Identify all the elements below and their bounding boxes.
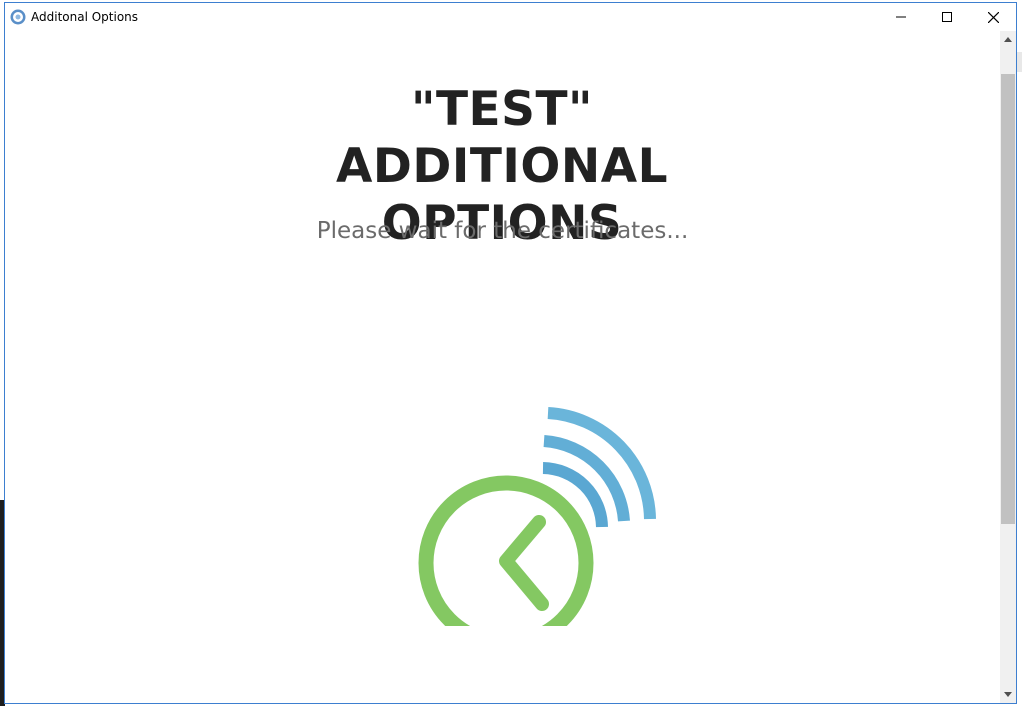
close-button[interactable]	[970, 3, 1016, 31]
maximize-button[interactable]	[924, 3, 970, 31]
app-icon	[10, 9, 26, 25]
scroll-up-icon	[1004, 37, 1012, 42]
minimize-icon	[896, 16, 906, 18]
chevron-left-icon	[499, 515, 549, 611]
scroll-down-icon	[1004, 692, 1012, 697]
close-icon	[987, 11, 999, 23]
content-area: "TEST" ADDITIONAL OPTIONS Please wait fo…	[5, 31, 1000, 703]
vertical-scrollbar[interactable]	[1000, 31, 1016, 703]
scroll-thumb[interactable]	[1001, 74, 1015, 524]
clock-signal-logo	[418, 407, 656, 626]
window-title: Additonal Options	[31, 10, 139, 24]
background-window-right-bar	[1017, 52, 1022, 72]
minimize-button[interactable]	[878, 3, 924, 31]
title-bar[interactable]: Additonal Options	[5, 3, 1016, 31]
dialog-window: Additonal Options "TEST" ADDITIONAL OPTI…	[4, 2, 1017, 704]
scroll-up-button[interactable]	[1000, 31, 1016, 48]
scroll-down-button[interactable]	[1000, 686, 1016, 703]
maximize-icon	[942, 12, 952, 22]
background-window-right	[1017, 0, 1022, 706]
status-message: Please wait for the certificates...	[316, 218, 689, 244]
